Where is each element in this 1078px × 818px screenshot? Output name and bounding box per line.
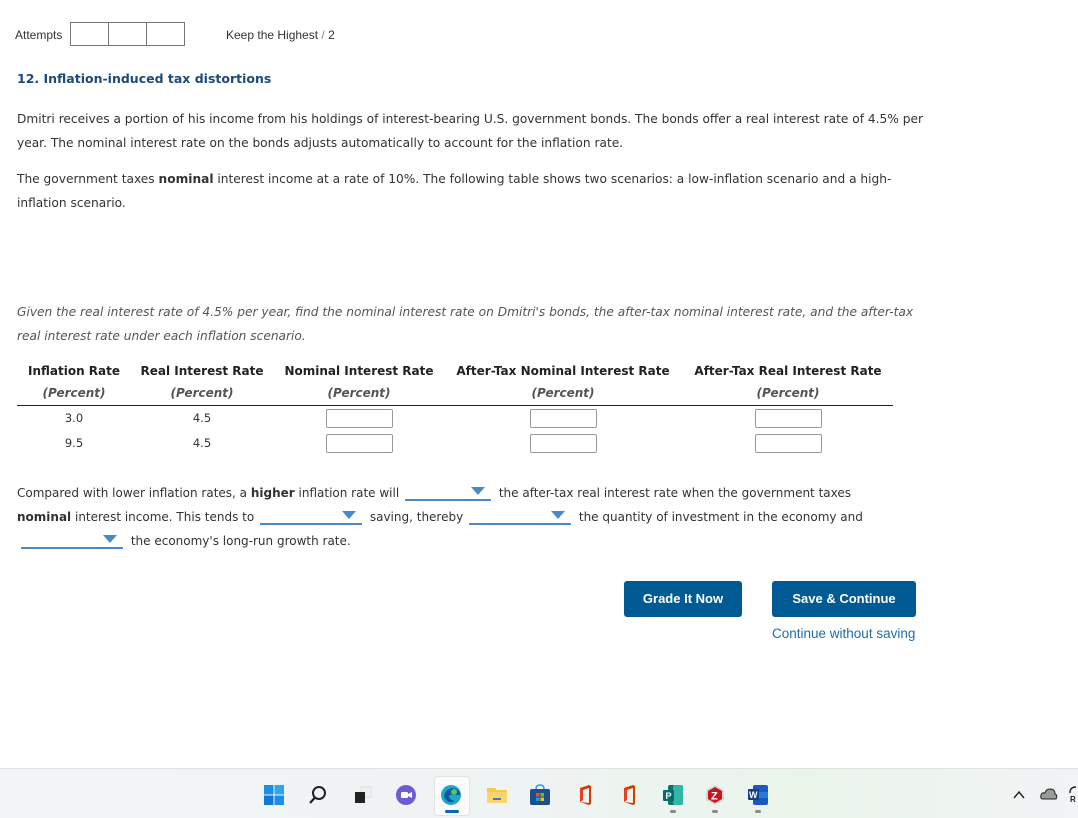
windows-start-icon[interactable] [263, 784, 285, 806]
nominal-rate-input[interactable] [325, 409, 393, 428]
continue-without-saving-link[interactable]: Continue without saving [772, 626, 915, 641]
after-tax-real-input[interactable] [754, 434, 822, 453]
para2-bold: nominal [158, 172, 214, 186]
save-and-continue-button[interactable]: Save & Continue [772, 581, 916, 617]
column-subtitle: (Percent) [756, 386, 820, 400]
fill-in-line-1: Compared with lower inflation rates, a h… [17, 481, 897, 505]
dropdown-arrow-icon [471, 487, 486, 495]
word-icon[interactable]: W [747, 784, 769, 806]
nominal-rate-input[interactable] [325, 434, 393, 453]
effect-on-investment-dropdown[interactable] [469, 509, 572, 525]
attempt-box [146, 22, 185, 46]
calculation-table: Inflation Rate (Percent) Real Interest R… [17, 361, 893, 456]
column-title: Nominal Interest Rate [284, 364, 434, 378]
office-icon[interactable] [574, 784, 596, 806]
sentence-bold: nominal [17, 510, 72, 524]
edge-browser-icon[interactable] [440, 784, 462, 806]
zotero-icon[interactable]: Z [704, 784, 726, 806]
publisher-icon[interactable]: P [662, 784, 684, 806]
after-tax-real-input[interactable] [754, 409, 822, 428]
column-title: After-Tax Real Interest Rate [694, 364, 882, 378]
table-header: Inflation Rate (Percent) Real Interest R… [17, 361, 893, 406]
taskbar: P Z W R [0, 768, 1078, 818]
onedrive-cloud-icon[interactable] [1040, 787, 1058, 801]
inflation-rate-cell: 3.0 [64, 411, 84, 425]
attempts-label: Attempts [15, 28, 63, 42]
sentence-text: interest income. This tends to [71, 510, 255, 524]
sentence-text: inflation rate will [294, 486, 400, 500]
column-header-after-tax-nominal: After-Tax Nominal Interest Rate (Percent… [453, 361, 673, 405]
column-header-real: Real Interest Rate (Percent) [139, 361, 265, 405]
language-icon[interactable]: R [1068, 785, 1078, 803]
instructions: Given the real interest rate of 4.5% per… [17, 305, 914, 343]
sentence-text: the quantity of investment in the econom… [578, 510, 863, 524]
after-tax-nominal-input[interactable] [529, 434, 597, 453]
column-subtitle: (Percent) [42, 386, 106, 400]
sentence-text: the after-tax real interest rate when th… [498, 486, 851, 500]
dropdown-arrow-icon [342, 511, 357, 519]
slash: / [318, 28, 329, 42]
grade-it-now-button[interactable]: Grade It Now [624, 581, 742, 617]
file-explorer-icon[interactable] [486, 784, 508, 806]
attempt-box [108, 22, 147, 46]
question-paragraph-2: The government taxes nominal interest in… [17, 167, 927, 215]
question-title: 12. Inflation-induced tax distortions [17, 71, 272, 86]
search-icon[interactable] [307, 784, 329, 806]
edge-active-indicator [445, 810, 459, 813]
column-header-inflation: Inflation Rate (Percent) [17, 361, 131, 405]
running-indicator [755, 810, 761, 813]
teams-chat-icon[interactable] [395, 784, 417, 806]
effect-on-growth-dropdown[interactable] [21, 533, 123, 549]
svg-text:P: P [666, 791, 672, 801]
dropdown-arrow-icon [551, 511, 566, 519]
microsoft-store-icon[interactable] [529, 784, 551, 806]
inflation-rate-cell: 9.5 [64, 436, 84, 450]
svg-text:W: W [749, 790, 758, 800]
real-rate-cell: 4.5 [192, 411, 212, 425]
table-row: 9.5 4.5 [17, 431, 893, 456]
column-header-nominal: Nominal Interest Rate (Percent) [283, 361, 435, 405]
column-subtitle: (Percent) [531, 386, 595, 400]
para2-pre: The government taxes [17, 172, 159, 186]
sentence-text: Compared with lower inflation rates, a [17, 486, 251, 500]
sentence-text: the economy's long-run growth rate. [130, 534, 351, 548]
sentence-bold: higher [250, 486, 295, 500]
grading-policy: Keep the Highest / 2 [226, 28, 335, 42]
real-rate-cell: 4.5 [192, 436, 212, 450]
effect-on-saving-dropdown[interactable] [260, 509, 363, 525]
column-subtitle: (Percent) [170, 386, 234, 400]
column-title: Real Interest Rate [140, 364, 264, 378]
effect-on-after-tax-real-rate-dropdown[interactable] [405, 485, 492, 501]
running-indicator [670, 810, 676, 813]
column-title: After-Tax Nominal Interest Rate [456, 364, 670, 378]
sentence-text: saving, thereby [369, 510, 464, 524]
question-paragraph-1: Dmitri receives a portion of his income … [17, 112, 923, 150]
attempt-box [70, 22, 109, 46]
office-icon[interactable] [618, 784, 640, 806]
after-tax-nominal-input[interactable] [529, 409, 597, 428]
svg-text:Z: Z [711, 791, 718, 803]
running-indicator [712, 810, 718, 813]
table-row: 3.0 4.5 [17, 406, 893, 431]
attempt-indicators [70, 22, 185, 46]
points-value: 2 [328, 28, 335, 42]
chevron-up-icon[interactable] [1012, 789, 1026, 801]
fill-in-line-2: nominal interest income. This tends to s… [17, 505, 897, 529]
fill-in-line-3: the economy's long-run growth rate. [17, 529, 897, 553]
svg-text:R: R [1070, 795, 1076, 803]
keep-highest-label: Keep the Highest [226, 28, 319, 42]
column-header-after-tax-real: After-Tax Real Interest Rate (Percent) [691, 361, 885, 405]
dropdown-arrow-icon [103, 535, 117, 543]
column-title: Inflation Rate [27, 364, 121, 378]
column-subtitle: (Percent) [327, 386, 391, 400]
task-view-icon[interactable] [352, 784, 374, 806]
